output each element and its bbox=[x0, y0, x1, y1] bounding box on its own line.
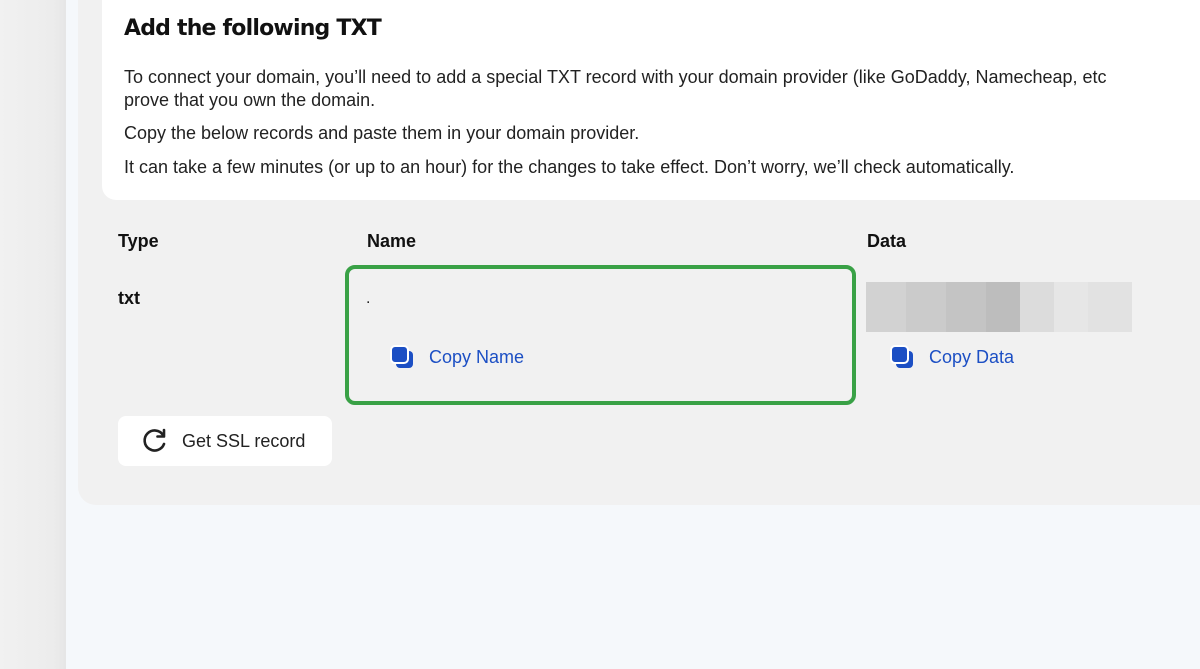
column-header-type: Type bbox=[118, 231, 159, 251]
left-sidebar bbox=[0, 0, 66, 669]
record-name-value: . bbox=[366, 290, 371, 307]
card-title: Add the following TXT bbox=[124, 16, 382, 41]
get-ssl-record-label: Get SSL record bbox=[182, 430, 306, 451]
column-header-name: Name bbox=[367, 231, 417, 251]
copy-name-button[interactable]: Copy Name bbox=[389, 344, 524, 370]
copy-icon bbox=[890, 345, 913, 368]
instruction-line-3: Copy the below records and paste them in… bbox=[124, 123, 640, 143]
get-ssl-record-button[interactable]: Get SSL record bbox=[118, 416, 332, 466]
instruction-line-1: To connect your domain, you’ll need to a… bbox=[124, 67, 1107, 87]
copy-name-label: Copy Name bbox=[429, 346, 525, 367]
copy-data-button[interactable]: Copy Data bbox=[889, 344, 1014, 370]
copy-icon bbox=[390, 345, 413, 368]
column-header-data: Data bbox=[867, 231, 907, 251]
record-type-value: txt bbox=[118, 288, 140, 308]
refresh-icon bbox=[143, 428, 166, 452]
instruction-line-4: It can take a few minutes (or up to an h… bbox=[124, 157, 1015, 177]
instruction-line-2: prove that you own the domain. bbox=[124, 90, 376, 110]
name-highlight-box bbox=[345, 265, 856, 405]
copy-data-label: Copy Data bbox=[929, 346, 1015, 367]
record-data-value-redacted bbox=[866, 282, 1132, 332]
